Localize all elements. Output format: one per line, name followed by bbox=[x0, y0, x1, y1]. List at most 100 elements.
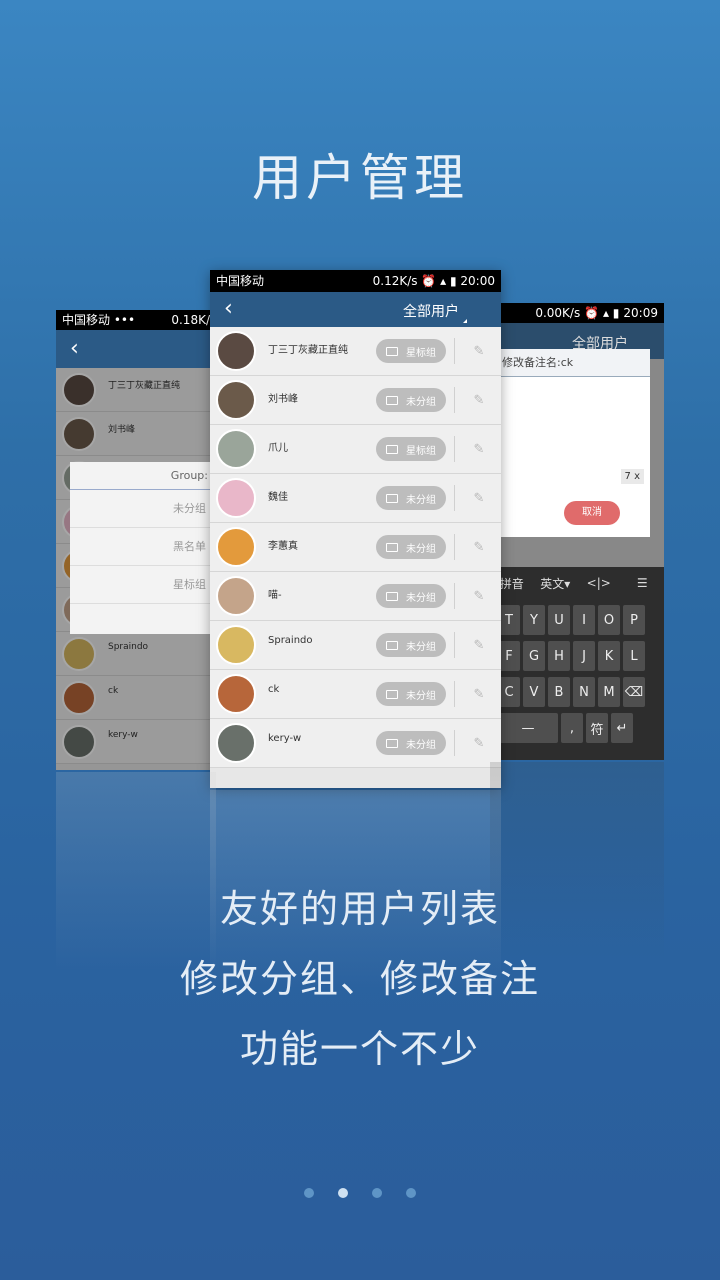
divider bbox=[454, 583, 455, 609]
group-label: 未分组 bbox=[406, 592, 436, 604]
key[interactable]: ↵ bbox=[611, 713, 633, 743]
group-button[interactable]: 星标组 bbox=[376, 437, 446, 461]
key[interactable]: Y bbox=[523, 605, 545, 635]
filter-title[interactable]: 全部用户 bbox=[403, 301, 467, 323]
user-row[interactable]: 李蕙真 未分组 ✎ bbox=[210, 523, 501, 572]
edit-pencil-icon[interactable]: ✎ bbox=[469, 736, 489, 751]
page-dot[interactable] bbox=[372, 1188, 382, 1198]
edit-pencil-icon[interactable]: ✎ bbox=[469, 589, 489, 604]
page-dot[interactable] bbox=[304, 1188, 314, 1198]
group-select-dialog: Group: 未分组 黑名单 星标组 bbox=[70, 462, 230, 634]
center-app-bar: ‹ 全部用户 bbox=[210, 292, 501, 327]
key[interactable]: J bbox=[573, 641, 595, 671]
divider bbox=[454, 730, 455, 756]
user-row[interactable]: Spraindo 未分组 ✎ bbox=[210, 621, 501, 670]
kb-cursor-icon[interactable]: <|> bbox=[577, 576, 621, 590]
group-label: 未分组 bbox=[406, 690, 436, 702]
page-dot[interactable] bbox=[338, 1188, 348, 1198]
group-button[interactable]: 未分组 bbox=[376, 633, 446, 657]
user-name: ck bbox=[268, 684, 280, 695]
group-button[interactable]: 未分组 bbox=[376, 535, 446, 559]
divider bbox=[454, 485, 455, 511]
key[interactable]: ⌫ bbox=[623, 677, 645, 707]
edit-pencil-icon[interactable]: ✎ bbox=[469, 540, 489, 555]
key[interactable]: U bbox=[548, 605, 570, 635]
page-indicator bbox=[0, 1188, 720, 1198]
group-button[interactable]: 未分组 bbox=[376, 731, 446, 755]
key[interactable]: I bbox=[573, 605, 595, 635]
key[interactable]: O bbox=[598, 605, 620, 635]
user-row[interactable]: 丁三丁灰藏正直纯 星标组 ✎ bbox=[210, 327, 501, 376]
left-speed: 0.18K/ bbox=[171, 313, 210, 327]
folder-icon bbox=[386, 395, 398, 405]
divider bbox=[454, 632, 455, 658]
cancel-button[interactable]: 取消 bbox=[564, 501, 620, 525]
key-row-4: —, 符 ↵ bbox=[490, 713, 664, 743]
key[interactable]: 符 bbox=[586, 713, 608, 743]
user-row[interactable]: kery-w 未分组 ✎ bbox=[210, 719, 501, 768]
key[interactable]: — bbox=[498, 713, 558, 743]
group-button[interactable]: 未分组 bbox=[376, 486, 446, 510]
user-row[interactable]: 刘书峰 未分组 ✎ bbox=[210, 376, 501, 425]
page-dot[interactable] bbox=[406, 1188, 416, 1198]
key[interactable]: G bbox=[523, 641, 545, 671]
group-button[interactable]: 星标组 bbox=[376, 339, 446, 363]
key[interactable]: K bbox=[598, 641, 620, 671]
edit-pencil-icon[interactable]: ✎ bbox=[469, 344, 489, 359]
key[interactable]: C bbox=[498, 677, 520, 707]
center-time: 20:00 bbox=[460, 274, 495, 288]
user-avatar bbox=[216, 331, 256, 371]
kb-english[interactable]: 英文▾ bbox=[534, 575, 578, 592]
user-list: 丁三丁灰藏正直纯 星标组 ✎ 刘书峰 未分组 ✎ 爪儿 星标组 ✎ 魏佳 未分组 ✎ 李蕙真 未分组 ✎ 喵-… bbox=[210, 327, 501, 768]
user-row[interactable]: 爪儿 星标组 ✎ bbox=[210, 425, 501, 474]
key[interactable]: H bbox=[548, 641, 570, 671]
user-avatar bbox=[216, 674, 256, 714]
group-button[interactable]: 未分组 bbox=[376, 682, 446, 706]
group-label: 未分组 bbox=[406, 739, 436, 751]
key-row-2: FGHJKL bbox=[490, 641, 664, 671]
key[interactable]: P bbox=[623, 605, 645, 635]
left-carrier: 中国移动 ••• bbox=[62, 313, 136, 327]
key-row-3: C V B N M ⌫ bbox=[490, 677, 664, 707]
user-avatar bbox=[216, 625, 256, 665]
key[interactable]: N bbox=[573, 677, 595, 707]
user-avatar bbox=[216, 723, 256, 763]
folder-icon bbox=[386, 542, 398, 552]
edit-pencil-icon[interactable]: ✎ bbox=[469, 491, 489, 506]
key-row-1: TYUIOP bbox=[490, 605, 664, 635]
key[interactable]: L bbox=[623, 641, 645, 671]
group-button[interactable]: 未分组 bbox=[376, 388, 446, 412]
group-option-starred[interactable]: 星标组 bbox=[70, 566, 230, 604]
user-name: 李蕙真 bbox=[268, 541, 298, 552]
soft-keyboard: 拼音 英文▾ <|> ☰ TYUIOP FGHJKL C V B N M ⌫ —, 符 ↵ bbox=[490, 567, 664, 760]
user-row[interactable]: 喵- 未分组 ✎ bbox=[210, 572, 501, 621]
user-avatar bbox=[216, 380, 256, 420]
key[interactable]: B bbox=[548, 677, 570, 707]
key[interactable]: F bbox=[498, 641, 520, 671]
right-phone-screenshot: 0.00K/s ⏰ ▴ ▮ 20:09 全部用户 修改备注名:ck 7 x 取消… bbox=[490, 303, 664, 760]
group-dialog-title: Group: bbox=[70, 462, 230, 490]
right-time: 20:09 bbox=[623, 306, 658, 320]
kb-menu-icon[interactable]: ☰ bbox=[621, 576, 665, 590]
back-icon[interactable]: ‹ bbox=[224, 296, 233, 321]
user-name: 喵- bbox=[268, 590, 282, 601]
edit-pencil-icon[interactable]: ✎ bbox=[469, 442, 489, 457]
key[interactable]: T bbox=[498, 605, 520, 635]
edit-pencil-icon[interactable]: ✎ bbox=[469, 638, 489, 653]
tagline-3: 功能一个不少 bbox=[239, 1027, 480, 1071]
key[interactable]: , bbox=[561, 713, 583, 743]
user-name: 魏佳 bbox=[268, 492, 288, 503]
edit-pencil-icon[interactable]: ✎ bbox=[469, 687, 489, 702]
char-counter[interactable]: 7 x bbox=[620, 469, 644, 484]
user-avatar bbox=[216, 527, 256, 567]
group-label: 未分组 bbox=[406, 396, 436, 408]
key[interactable]: V bbox=[523, 677, 545, 707]
user-row[interactable]: 魏佳 未分组 ✎ bbox=[210, 474, 501, 523]
group-option-blacklist[interactable]: 黑名单 bbox=[70, 528, 230, 566]
user-row[interactable]: ck 未分组 ✎ bbox=[210, 670, 501, 719]
left-back-icon[interactable]: ‹ bbox=[70, 336, 79, 361]
key[interactable]: M bbox=[598, 677, 620, 707]
group-option-ungrouped[interactable]: 未分组 bbox=[70, 490, 230, 528]
group-button[interactable]: 未分组 bbox=[376, 584, 446, 608]
edit-pencil-icon[interactable]: ✎ bbox=[469, 393, 489, 408]
